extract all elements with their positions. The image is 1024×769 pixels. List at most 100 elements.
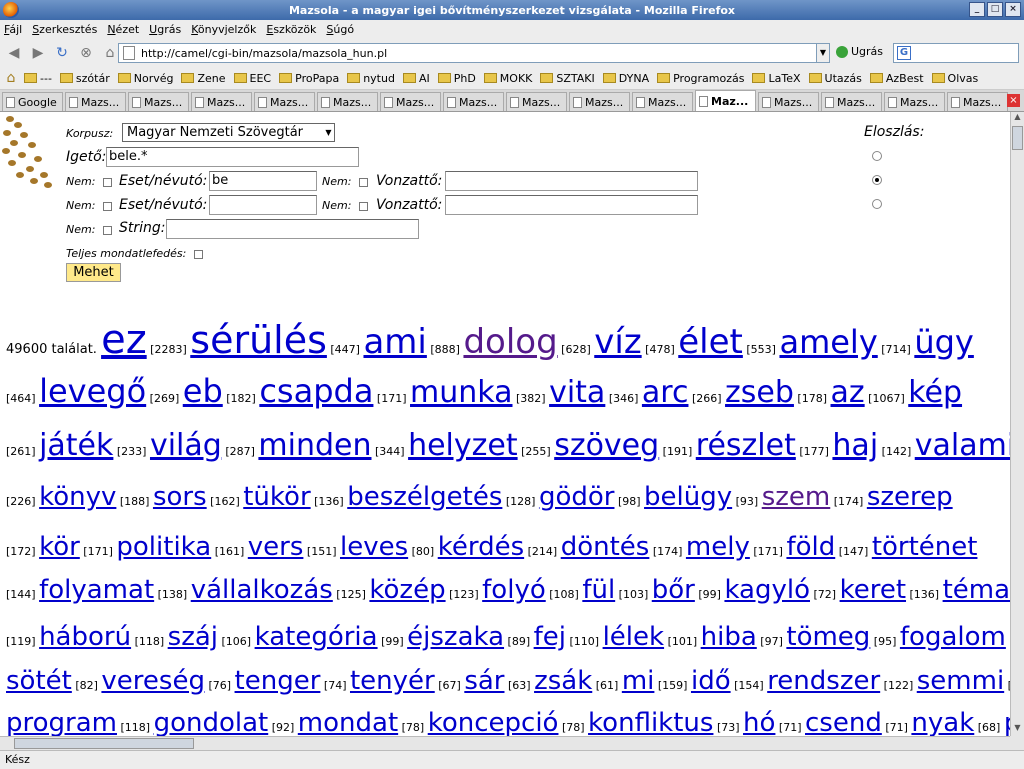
result-word-link[interactable]: könyv <box>39 482 116 512</box>
result-word-link[interactable]: tömeg <box>786 622 870 652</box>
result-word-link[interactable]: történet <box>872 532 978 562</box>
maximize-button[interactable]: □ <box>987 2 1003 17</box>
stop-icon[interactable]: ⊗ <box>76 43 96 63</box>
browser-tab[interactable]: Mazs... <box>317 92 378 111</box>
browser-tab[interactable]: Mazs... <box>254 92 315 111</box>
result-word-link[interactable]: kör <box>39 532 80 562</box>
bookmark-folder[interactable]: --- <box>24 72 52 85</box>
result-word-link[interactable]: részlet <box>696 428 796 463</box>
vertical-scroll-thumb[interactable] <box>1012 126 1023 150</box>
menu-item[interactable]: Nézet <box>107 23 139 36</box>
result-word-link[interactable]: fogalom <box>900 622 1006 652</box>
bookmark-folder[interactable]: DYNA <box>602 72 649 85</box>
reload-icon[interactable]: ↻ <box>52 43 72 63</box>
result-word-link[interactable]: csend <box>805 708 882 736</box>
result-word-link[interactable]: amely <box>779 323 877 361</box>
result-word-link[interactable]: éjszaka <box>407 622 504 652</box>
result-word-link[interactable]: közép <box>369 575 445 605</box>
result-word-link[interactable]: sérülés <box>190 318 327 362</box>
result-word-link[interactable]: politika <box>116 532 211 562</box>
not-checkbox-3[interactable] <box>103 202 112 211</box>
menu-item[interactable]: Szerkesztés <box>32 23 97 36</box>
horizontal-scroll-thumb[interactable] <box>14 738 194 749</box>
result-word-link[interactable]: vers <box>248 532 304 562</box>
browser-tab[interactable]: Mazs... <box>947 92 1008 111</box>
browser-tab[interactable]: Mazs... <box>128 92 189 111</box>
corpus-select[interactable]: Magyar Nemzeti Szövegtár ▼ <box>122 123 335 142</box>
result-word-link[interactable]: vita <box>549 375 605 410</box>
result-word-link[interactable]: nyak <box>911 708 974 736</box>
bookmarks-home-icon[interactable]: ⌂ <box>4 68 18 88</box>
result-word-link[interactable]: vereség <box>101 666 205 696</box>
bookmark-folder[interactable]: MOKK <box>483 72 532 85</box>
result-word-link[interactable]: kérdés <box>438 532 524 562</box>
result-word-link[interactable]: gondolat <box>154 708 269 736</box>
minimize-button[interactable]: _ <box>969 2 985 17</box>
result-word-link[interactable]: az <box>831 375 865 410</box>
browser-tab[interactable]: Mazs... <box>821 92 882 111</box>
bookmark-folder[interactable]: EEC <box>233 72 271 85</box>
bookmark-folder[interactable]: Utazás <box>808 72 862 85</box>
bookmark-folder[interactable]: Zene <box>181 72 226 85</box>
result-word-link[interactable]: rendszer <box>767 666 880 696</box>
bookmark-folder[interactable]: Programozás <box>657 72 744 85</box>
bookmark-folder[interactable]: szótár <box>59 72 110 85</box>
result-word-link[interactable]: szem <box>762 482 831 512</box>
url-bar[interactable]: http://camel/cgi-bin/mazsola/mazsola_hun… <box>118 43 818 63</box>
result-word-link[interactable]: kép <box>908 375 962 410</box>
verb-input[interactable]: bele.* <box>106 147 359 167</box>
bookmark-folder[interactable]: Olvas <box>931 72 978 85</box>
go-button[interactable]: Ugrás <box>836 45 883 58</box>
url-dropdown-button[interactable]: ▼ <box>816 43 830 63</box>
result-word-link[interactable]: mely <box>686 532 750 562</box>
result-word-link[interactable]: víz <box>594 322 641 362</box>
result-word-link[interactable]: fej <box>534 622 566 652</box>
not-checkbox-5[interactable] <box>103 226 112 235</box>
menu-item[interactable]: Ugrás <box>149 23 181 36</box>
result-word-link[interactable]: döntés <box>561 532 650 562</box>
result-word-link[interactable]: zsák <box>534 666 592 696</box>
back-icon[interactable]: ◀ <box>4 43 24 63</box>
result-word-link[interactable]: föld <box>786 532 835 562</box>
result-word-link[interactable]: szerep <box>867 482 953 512</box>
close-tab-icon[interactable]: × <box>1007 94 1020 107</box>
browser-tab[interactable]: Mazs... <box>191 92 252 111</box>
result-word-link[interactable]: valami <box>915 428 1010 463</box>
horizontal-scrollbar[interactable] <box>0 736 1010 750</box>
result-word-link[interactable]: lélek <box>603 622 665 652</box>
distribution-radio-2[interactable] <box>872 175 882 185</box>
result-word-link[interactable]: tenyér <box>350 666 435 696</box>
bookmark-folder[interactable]: ProPapa <box>279 72 339 85</box>
scroll-up-icon[interactable]: ▲ <box>1011 112 1024 125</box>
bookmark-folder[interactable]: Norvég <box>117 72 173 85</box>
browser-tab[interactable]: Mazs... <box>506 92 567 111</box>
result-word-link[interactable]: minden <box>258 428 371 463</box>
browser-tab[interactable]: Mazs... <box>569 92 630 111</box>
menu-item[interactable]: Fájl <box>4 23 22 36</box>
browser-tab[interactable]: Mazs... <box>65 92 126 111</box>
result-word-link[interactable]: élet <box>678 322 743 362</box>
result-word-link[interactable]: ügy <box>914 323 974 361</box>
bookmark-folder[interactable]: AI <box>402 72 430 85</box>
result-word-link[interactable]: keret <box>840 575 906 605</box>
browser-tab[interactable]: Mazs... <box>380 92 441 111</box>
result-word-link[interactable]: ez <box>101 317 147 363</box>
menu-item[interactable]: Könyvjelzők <box>191 23 256 36</box>
menu-item[interactable]: Eszközök <box>266 23 316 36</box>
close-button[interactable]: × <box>1005 2 1021 17</box>
full-sentence-checkbox[interactable] <box>194 250 203 259</box>
result-word-link[interactable]: kategória <box>255 622 378 652</box>
string-input[interactable] <box>166 219 419 239</box>
bookmark-folder[interactable]: SZTAKI <box>540 72 595 85</box>
result-word-link[interactable]: semmi <box>917 666 1004 696</box>
distribution-radio-1[interactable] <box>872 151 882 161</box>
result-word-link[interactable]: bőr <box>652 575 695 605</box>
forward-icon[interactable]: ▶ <box>28 43 48 63</box>
result-word-link[interactable]: csapda <box>259 372 373 410</box>
result-word-link[interactable]: munka <box>410 375 512 410</box>
result-word-link[interactable]: tenger <box>235 666 321 696</box>
submit-button[interactable]: Mehet <box>66 263 121 282</box>
scroll-down-icon[interactable]: ▼ <box>1011 723 1024 736</box>
menu-item[interactable]: Súgó <box>326 23 354 36</box>
search-input[interactable]: G <box>893 43 1019 63</box>
